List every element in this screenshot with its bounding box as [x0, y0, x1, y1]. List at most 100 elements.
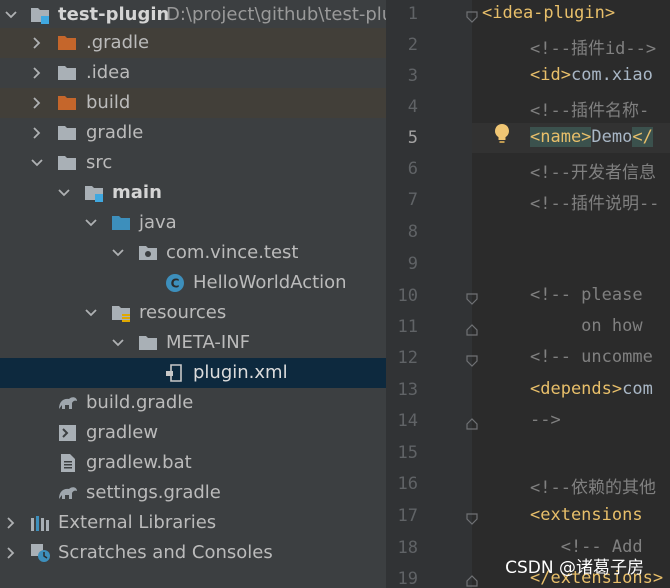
tree-item-gradle[interactable]: gradle — [0, 118, 386, 148]
tree-item-label: gradlew — [86, 422, 159, 443]
chevron-down-icon[interactable] — [84, 216, 98, 230]
line-number: 19 — [397, 569, 418, 588]
tree-item-label: com.vince.test — [166, 242, 299, 263]
tree-item-scratches[interactable]: Scratches and Consoles — [0, 538, 386, 568]
line-number: 13 — [397, 380, 418, 400]
line-number: 9 — [407, 254, 418, 274]
xml-tag: <name> — [530, 127, 592, 147]
chevron-down-icon[interactable] — [4, 8, 18, 22]
xml-text: Demo — [591, 127, 633, 147]
code-line-13: <depends>com — [530, 379, 653, 399]
code-editor[interactable]: 1 2 3 4 5 6 7 8 9 10 11 12 13 14 15 16 1… — [386, 0, 670, 588]
tree-item-resources[interactable]: resources — [0, 298, 386, 328]
tree-root-row[interactable]: test-plugin D:\project\github\test-plu — [0, 0, 386, 30]
code-line-12: <!-- uncomme — [530, 347, 653, 367]
tree-item-label: resources — [139, 302, 227, 323]
chevron-right-icon[interactable] — [4, 546, 18, 560]
xml-tag: </ — [632, 127, 653, 147]
java-class-icon: C — [165, 273, 185, 293]
fold-icon[interactable] — [466, 415, 478, 430]
lightbulb-icon[interactable] — [492, 122, 512, 146]
chevron-right-icon[interactable] — [30, 66, 44, 80]
folder-icon — [57, 153, 77, 173]
code-line-1: <idea-plugin> — [482, 3, 615, 23]
tree-item-external-libraries[interactable]: External Libraries — [0, 508, 386, 538]
tree-item-main[interactable]: main — [0, 178, 386, 208]
code-line-2: <!--插件id--> — [530, 39, 657, 59]
chevron-down-icon[interactable] — [111, 336, 125, 350]
chevron-right-icon[interactable] — [30, 36, 44, 50]
code-line-7: <!--插件说明-- — [530, 194, 660, 214]
chevron-right-icon[interactable] — [4, 516, 18, 530]
gradle-icon — [57, 393, 77, 413]
line-number: 17 — [397, 506, 418, 526]
text-file-icon — [58, 453, 78, 473]
fold-icon[interactable] — [466, 510, 478, 525]
line-number: 10 — [397, 286, 418, 306]
tree-item-label: java — [139, 212, 177, 233]
tree-item-label: META-INF — [166, 332, 251, 353]
fold-icon[interactable] — [466, 290, 478, 305]
fold-icon[interactable] — [466, 8, 478, 23]
chevron-down-icon[interactable] — [30, 156, 44, 170]
excluded-folder-icon — [57, 93, 77, 113]
tree-item-package[interactable]: com.vince.test — [0, 238, 386, 268]
tree-item-label: Scratches and Consoles — [58, 542, 273, 563]
tree-item-class[interactable]: C HelloWorldAction — [0, 268, 386, 298]
tree-item-label: src — [86, 152, 113, 173]
tree-item-dot-gradle[interactable]: .gradle — [0, 28, 386, 58]
line-number: 12 — [397, 348, 418, 368]
tree-item-label: build.gradle — [86, 392, 194, 413]
folder-icon — [57, 63, 77, 83]
folder-icon — [138, 333, 158, 353]
code-line-10: <!-- please — [530, 285, 653, 305]
chevron-right-icon[interactable] — [30, 96, 44, 110]
line-number-current: 5 — [407, 128, 418, 148]
line-number: 7 — [407, 190, 418, 210]
tree-item-idea[interactable]: .idea — [0, 58, 386, 88]
gradle-icon — [57, 483, 77, 503]
chevron-right-icon[interactable] — [30, 126, 44, 140]
resources-folder-icon — [111, 303, 131, 323]
code-line-3: <id>com.xiao — [530, 65, 653, 85]
code-line-14: --> — [530, 410, 561, 430]
tree-item-meta-inf[interactable]: META-INF — [0, 328, 386, 358]
fold-icon[interactable] — [466, 321, 478, 336]
line-number: 1 — [407, 4, 418, 24]
tree-item-build[interactable]: build — [0, 88, 386, 118]
xml-text: com.xiao — [570, 65, 653, 85]
fold-icon[interactable] — [466, 572, 478, 587]
tree-item-gradlew-bat[interactable]: gradlew.bat — [0, 448, 386, 478]
tree-item-src[interactable]: src — [0, 148, 386, 178]
tree-item-label: build — [86, 92, 131, 113]
tree-item-label: External Libraries — [58, 512, 217, 533]
svg-text:C: C — [171, 277, 180, 291]
tree-item-build-gradle[interactable]: build.gradle — [0, 388, 386, 418]
code-line-11: on how — [530, 316, 653, 336]
tree-item-label: settings.gradle — [86, 482, 221, 503]
line-number: 6 — [407, 159, 418, 179]
tree-item-gradlew[interactable]: gradlew — [0, 418, 386, 448]
fold-icon[interactable] — [466, 352, 478, 367]
code-line-5: <name>Demo</ — [530, 127, 653, 147]
tree-item-plugin-xml[interactable]: plugin.xml — [0, 358, 386, 388]
line-number: 2 — [407, 35, 418, 55]
package-icon — [138, 243, 158, 263]
code-line-4: <!--插件名称- — [530, 101, 650, 121]
code-line-16: <!--依赖的其他 — [530, 478, 656, 498]
tree-item-settings-gradle[interactable]: settings.gradle — [0, 478, 386, 508]
libraries-icon — [30, 513, 50, 533]
chevron-down-icon[interactable] — [111, 246, 125, 260]
tree-item-java[interactable]: java — [0, 208, 386, 238]
folder-icon — [57, 123, 77, 143]
project-tree: test-plugin D:\project\github\test-plu .… — [0, 0, 386, 588]
chevron-down-icon[interactable] — [57, 186, 71, 200]
line-number: 14 — [397, 411, 418, 431]
code-line-6: <!--开发者信息 — [530, 163, 656, 183]
code-line-17: <extensions — [530, 505, 653, 525]
line-number: 16 — [397, 474, 418, 494]
tree-item-label: .gradle — [86, 32, 150, 53]
line-number: 18 — [397, 538, 418, 558]
root-name: test-plugin — [58, 4, 170, 25]
chevron-down-icon[interactable] — [84, 306, 98, 320]
